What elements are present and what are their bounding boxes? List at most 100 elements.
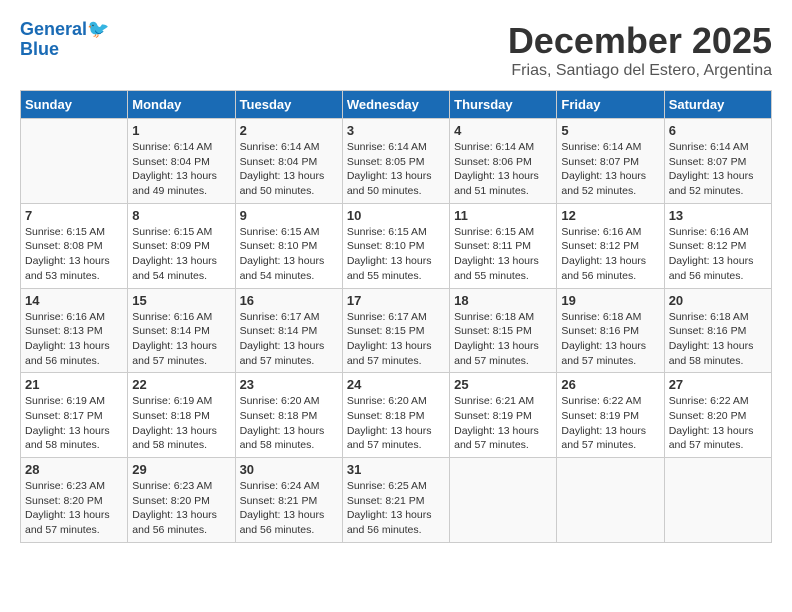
day-number: 24: [347, 377, 445, 392]
logo-text: General🐦 Blue: [20, 20, 109, 60]
calendar-cell: 12 Sunrise: 6:16 AMSunset: 8:12 PMDaylig…: [557, 203, 664, 288]
calendar-cell: [664, 458, 771, 543]
day-number: 15: [132, 293, 230, 308]
day-number: 23: [240, 377, 338, 392]
day-number: 2: [240, 123, 338, 138]
day-info: Sunrise: 6:14 AMSunset: 8:07 PMDaylight:…: [561, 140, 659, 199]
header-row: Sunday Monday Tuesday Wednesday Thursday…: [21, 91, 772, 119]
day-info: Sunrise: 6:16 AMSunset: 8:12 PMDaylight:…: [561, 225, 659, 284]
day-info: Sunrise: 6:16 AMSunset: 8:14 PMDaylight:…: [132, 310, 230, 369]
calendar-cell: 18 Sunrise: 6:18 AMSunset: 8:15 PMDaylig…: [450, 288, 557, 373]
calendar-week-2: 7 Sunrise: 6:15 AMSunset: 8:08 PMDayligh…: [21, 203, 772, 288]
day-number: 12: [561, 208, 659, 223]
day-number: 8: [132, 208, 230, 223]
day-info: Sunrise: 6:19 AMSunset: 8:17 PMDaylight:…: [25, 394, 123, 453]
day-number: 3: [347, 123, 445, 138]
day-info: Sunrise: 6:23 AMSunset: 8:20 PMDaylight:…: [25, 479, 123, 538]
calendar-cell: 4 Sunrise: 6:14 AMSunset: 8:06 PMDayligh…: [450, 119, 557, 204]
day-info: Sunrise: 6:20 AMSunset: 8:18 PMDaylight:…: [240, 394, 338, 453]
header-tuesday: Tuesday: [235, 91, 342, 119]
day-number: 18: [454, 293, 552, 308]
day-info: Sunrise: 6:19 AMSunset: 8:18 PMDaylight:…: [132, 394, 230, 453]
calendar-cell: 14 Sunrise: 6:16 AMSunset: 8:13 PMDaylig…: [21, 288, 128, 373]
calendar-cell: 30 Sunrise: 6:24 AMSunset: 8:21 PMDaylig…: [235, 458, 342, 543]
calendar-cell: 26 Sunrise: 6:22 AMSunset: 8:19 PMDaylig…: [557, 373, 664, 458]
day-info: Sunrise: 6:21 AMSunset: 8:19 PMDaylight:…: [454, 394, 552, 453]
header-monday: Monday: [128, 91, 235, 119]
day-info: Sunrise: 6:14 AMSunset: 8:04 PMDaylight:…: [240, 140, 338, 199]
day-number: 20: [669, 293, 767, 308]
day-number: 25: [454, 377, 552, 392]
day-info: Sunrise: 6:22 AMSunset: 8:20 PMDaylight:…: [669, 394, 767, 453]
day-info: Sunrise: 6:15 AMSunset: 8:10 PMDaylight:…: [347, 225, 445, 284]
day-info: Sunrise: 6:17 AMSunset: 8:14 PMDaylight:…: [240, 310, 338, 369]
header-wednesday: Wednesday: [342, 91, 449, 119]
calendar-cell: 28 Sunrise: 6:23 AMSunset: 8:20 PMDaylig…: [21, 458, 128, 543]
day-info: Sunrise: 6:14 AMSunset: 8:04 PMDaylight:…: [132, 140, 230, 199]
day-info: Sunrise: 6:20 AMSunset: 8:18 PMDaylight:…: [347, 394, 445, 453]
calendar-week-5: 28 Sunrise: 6:23 AMSunset: 8:20 PMDaylig…: [21, 458, 772, 543]
logo: General🐦 Blue: [20, 20, 109, 60]
day-number: 28: [25, 462, 123, 477]
calendar-cell: 10 Sunrise: 6:15 AMSunset: 8:10 PMDaylig…: [342, 203, 449, 288]
day-number: 7: [25, 208, 123, 223]
calendar-cell: 3 Sunrise: 6:14 AMSunset: 8:05 PMDayligh…: [342, 119, 449, 204]
calendar-cell: 13 Sunrise: 6:16 AMSunset: 8:12 PMDaylig…: [664, 203, 771, 288]
calendar-cell: 25 Sunrise: 6:21 AMSunset: 8:19 PMDaylig…: [450, 373, 557, 458]
day-number: 31: [347, 462, 445, 477]
header-saturday: Saturday: [664, 91, 771, 119]
month-title: December 2025: [508, 20, 772, 62]
calendar-week-1: 1 Sunrise: 6:14 AMSunset: 8:04 PMDayligh…: [21, 119, 772, 204]
day-info: Sunrise: 6:14 AMSunset: 8:05 PMDaylight:…: [347, 140, 445, 199]
day-info: Sunrise: 6:15 AMSunset: 8:08 PMDaylight:…: [25, 225, 123, 284]
calendar-cell: 24 Sunrise: 6:20 AMSunset: 8:18 PMDaylig…: [342, 373, 449, 458]
calendar-table: Sunday Monday Tuesday Wednesday Thursday…: [20, 90, 772, 543]
day-info: Sunrise: 6:24 AMSunset: 8:21 PMDaylight:…: [240, 479, 338, 538]
day-number: 19: [561, 293, 659, 308]
day-number: 10: [347, 208, 445, 223]
calendar-cell: [21, 119, 128, 204]
calendar-cell: 1 Sunrise: 6:14 AMSunset: 8:04 PMDayligh…: [128, 119, 235, 204]
day-info: Sunrise: 6:18 AMSunset: 8:16 PMDaylight:…: [669, 310, 767, 369]
calendar-cell: 7 Sunrise: 6:15 AMSunset: 8:08 PMDayligh…: [21, 203, 128, 288]
day-info: Sunrise: 6:16 AMSunset: 8:13 PMDaylight:…: [25, 310, 123, 369]
calendar-cell: 21 Sunrise: 6:19 AMSunset: 8:17 PMDaylig…: [21, 373, 128, 458]
calendar-cell: 17 Sunrise: 6:17 AMSunset: 8:15 PMDaylig…: [342, 288, 449, 373]
calendar-cell: 15 Sunrise: 6:16 AMSunset: 8:14 PMDaylig…: [128, 288, 235, 373]
calendar-week-4: 21 Sunrise: 6:19 AMSunset: 8:17 PMDaylig…: [21, 373, 772, 458]
calendar-cell: 22 Sunrise: 6:19 AMSunset: 8:18 PMDaylig…: [128, 373, 235, 458]
day-number: 6: [669, 123, 767, 138]
day-info: Sunrise: 6:18 AMSunset: 8:16 PMDaylight:…: [561, 310, 659, 369]
calendar-cell: 5 Sunrise: 6:14 AMSunset: 8:07 PMDayligh…: [557, 119, 664, 204]
calendar-cell: [557, 458, 664, 543]
day-number: 14: [25, 293, 123, 308]
day-number: 16: [240, 293, 338, 308]
logo-blue: Blue: [20, 39, 59, 59]
day-info: Sunrise: 6:14 AMSunset: 8:06 PMDaylight:…: [454, 140, 552, 199]
day-number: 26: [561, 377, 659, 392]
calendar-cell: 31 Sunrise: 6:25 AMSunset: 8:21 PMDaylig…: [342, 458, 449, 543]
calendar-cell: 2 Sunrise: 6:14 AMSunset: 8:04 PMDayligh…: [235, 119, 342, 204]
calendar-cell: 19 Sunrise: 6:18 AMSunset: 8:16 PMDaylig…: [557, 288, 664, 373]
day-info: Sunrise: 6:23 AMSunset: 8:20 PMDaylight:…: [132, 479, 230, 538]
day-info: Sunrise: 6:17 AMSunset: 8:15 PMDaylight:…: [347, 310, 445, 369]
calendar-cell: 27 Sunrise: 6:22 AMSunset: 8:20 PMDaylig…: [664, 373, 771, 458]
page-header: General🐦 Blue December 2025 Frias, Santi…: [20, 20, 772, 80]
calendar-cell: 9 Sunrise: 6:15 AMSunset: 8:10 PMDayligh…: [235, 203, 342, 288]
header-thursday: Thursday: [450, 91, 557, 119]
logo-general: General: [20, 19, 87, 39]
day-number: 22: [132, 377, 230, 392]
day-info: Sunrise: 6:16 AMSunset: 8:12 PMDaylight:…: [669, 225, 767, 284]
day-info: Sunrise: 6:15 AMSunset: 8:09 PMDaylight:…: [132, 225, 230, 284]
day-number: 13: [669, 208, 767, 223]
calendar-cell: 11 Sunrise: 6:15 AMSunset: 8:11 PMDaylig…: [450, 203, 557, 288]
calendar-cell: 29 Sunrise: 6:23 AMSunset: 8:20 PMDaylig…: [128, 458, 235, 543]
day-number: 5: [561, 123, 659, 138]
calendar-cell: 6 Sunrise: 6:14 AMSunset: 8:07 PMDayligh…: [664, 119, 771, 204]
location-title: Frias, Santiago del Estero, Argentina: [508, 62, 772, 80]
day-info: Sunrise: 6:15 AMSunset: 8:11 PMDaylight:…: [454, 225, 552, 284]
calendar-week-3: 14 Sunrise: 6:16 AMSunset: 8:13 PMDaylig…: [21, 288, 772, 373]
day-number: 9: [240, 208, 338, 223]
day-info: Sunrise: 6:18 AMSunset: 8:15 PMDaylight:…: [454, 310, 552, 369]
title-area: December 2025 Frias, Santiago del Estero…: [508, 20, 772, 80]
